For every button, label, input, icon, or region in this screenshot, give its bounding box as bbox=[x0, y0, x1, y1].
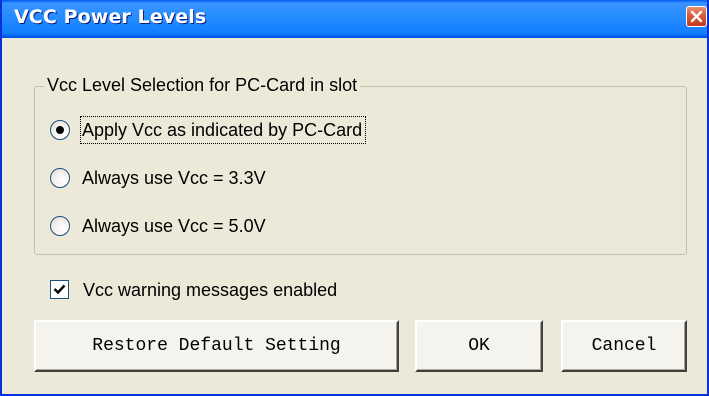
radio-selected-dot bbox=[56, 126, 64, 134]
groupbox-legend: Vcc Level Selection for PC-Card in slot bbox=[44, 73, 361, 97]
checkmark-icon bbox=[53, 284, 66, 295]
warnings-checkbox-label[interactable]: Vcc warning messages enabled bbox=[83, 277, 337, 303]
dialog-window: VCC Power Levels Vcc Level Selection for… bbox=[0, 0, 709, 396]
radio-label-3v3[interactable]: Always use Vcc = 3.3V bbox=[82, 165, 266, 191]
title-bar[interactable]: VCC Power Levels bbox=[2, 0, 707, 38]
radio-button-3v3[interactable] bbox=[50, 168, 70, 188]
radio-button-5v0[interactable] bbox=[50, 216, 70, 236]
restore-default-button[interactable]: Restore Default Setting bbox=[34, 320, 399, 372]
radio-label-5v0[interactable]: Always use Vcc = 5.0V bbox=[82, 213, 266, 239]
close-button[interactable] bbox=[686, 6, 707, 27]
ok-button[interactable]: OK bbox=[415, 320, 543, 372]
radio-button-apply-vcc[interactable] bbox=[50, 120, 70, 140]
window-title: VCC Power Levels bbox=[14, 6, 207, 28]
cancel-button[interactable]: Cancel bbox=[561, 320, 687, 372]
radio-label-apply-vcc[interactable]: Apply Vcc as indicated by PC-Card bbox=[79, 116, 367, 144]
close-icon bbox=[690, 10, 703, 23]
warnings-checkbox[interactable] bbox=[50, 280, 69, 299]
